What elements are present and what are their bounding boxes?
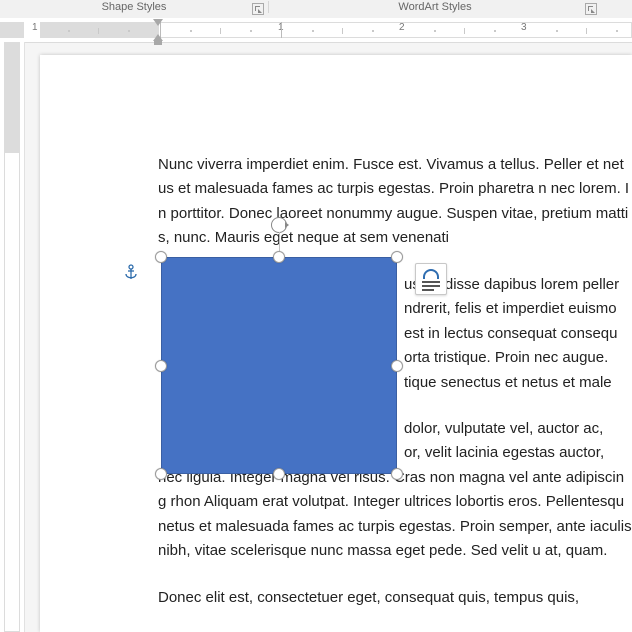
rotate-handle[interactable] [271,217,287,233]
wordart-styles-launcher[interactable] [585,3,597,15]
paragraph-line[interactable]: orta tristique. Proin nec augue. [404,346,632,370]
resize-handle-br[interactable] [391,468,403,480]
layout-options-icon [416,264,446,294]
resize-handle-bl[interactable] [155,468,167,480]
paragraph[interactable]: Nunc viverra imperdiet enim. Fusce est. … [158,153,632,251]
resize-handle-ml[interactable] [155,360,167,372]
resize-handle-mr[interactable] [391,360,403,372]
ribbon-group-labels: Shape Styles WordArt Styles [0,0,632,19]
selected-shape[interactable] [161,257,397,474]
object-anchor-icon[interactable] [124,264,138,286]
first-line-indent-marker[interactable] [153,19,163,26]
paragraph-line[interactable]: tique senectus et netus et male [404,371,632,395]
paragraph[interactable]: Donec elit est, consectetuer eget, conse… [158,586,632,610]
paragraph-line[interactable]: est in lectus consequat consequ [404,322,632,346]
rectangle-shape[interactable] [161,257,397,474]
vertical-ruler[interactable] [0,42,25,632]
paragraph-line[interactable]: ndrerit, felis et imperdiet euismo [404,297,632,321]
left-indent-marker[interactable] [153,34,163,41]
resize-handle-tm[interactable] [273,251,285,263]
resize-handle-bm[interactable] [273,468,285,480]
resize-handle-tr[interactable] [391,251,403,263]
ruler-number: 3 [521,22,527,33]
shape-styles-launcher[interactable] [252,3,264,15]
ruler-number: 1 [32,22,38,33]
layout-options-button[interactable] [415,263,447,295]
resize-handle-tl[interactable] [155,251,167,263]
horizontal-ruler[interactable]: 1 1 2 3 [0,18,632,43]
ruler-number: 2 [399,22,405,33]
group-shape-styles: Shape Styles [102,1,167,13]
group-wordart-styles: WordArt Styles [398,1,471,13]
